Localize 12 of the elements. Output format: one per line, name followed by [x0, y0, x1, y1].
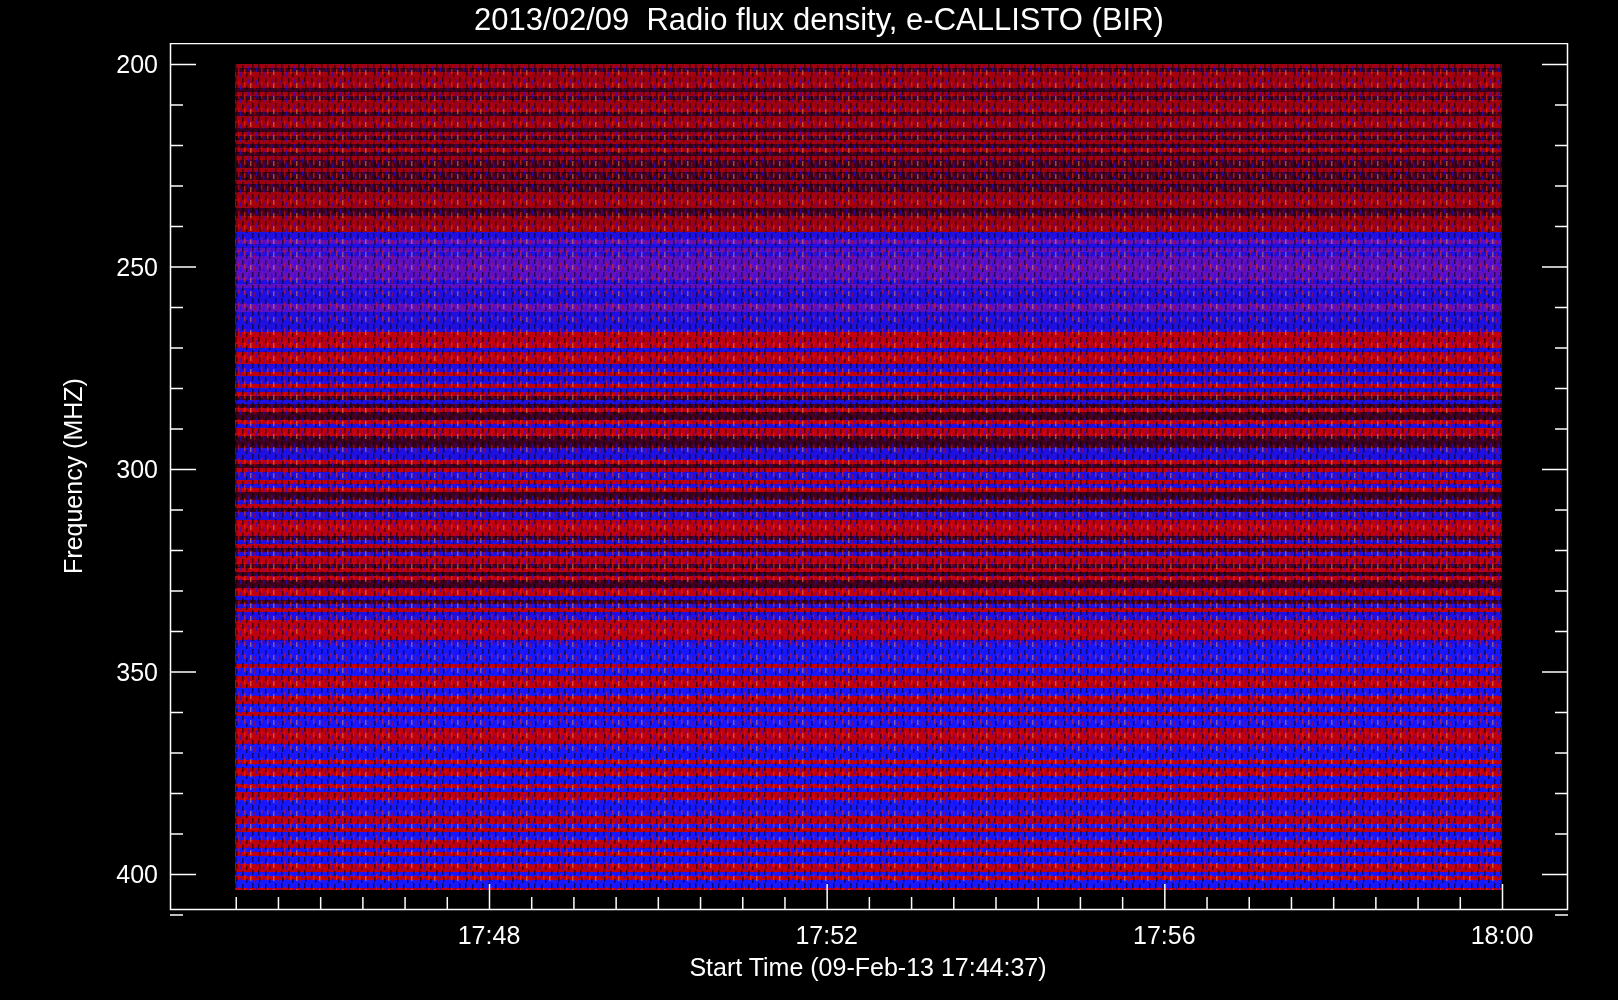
tick-label: 250: [116, 252, 158, 281]
tick-label: 400: [116, 860, 158, 888]
tick-label: 17:56: [1133, 921, 1196, 949]
tick-label: 18:00: [1470, 921, 1534, 949]
plot-title: 2013/02/09 Radio flux density, e-CALLISTO (BIR): [473, 1, 1164, 39]
tick-label: 350: [116, 657, 158, 686]
tick-label: 300: [116, 455, 158, 483]
x-axis-label: Start Time (09-Feb-13 17:44:37): [689, 953, 1047, 981]
tick-label: 200: [116, 50, 158, 78]
y-axis-label: Frequency (MHZ): [59, 378, 87, 574]
tick-label: 17:52: [795, 921, 858, 949]
tick-label: 17:48: [457, 921, 521, 949]
